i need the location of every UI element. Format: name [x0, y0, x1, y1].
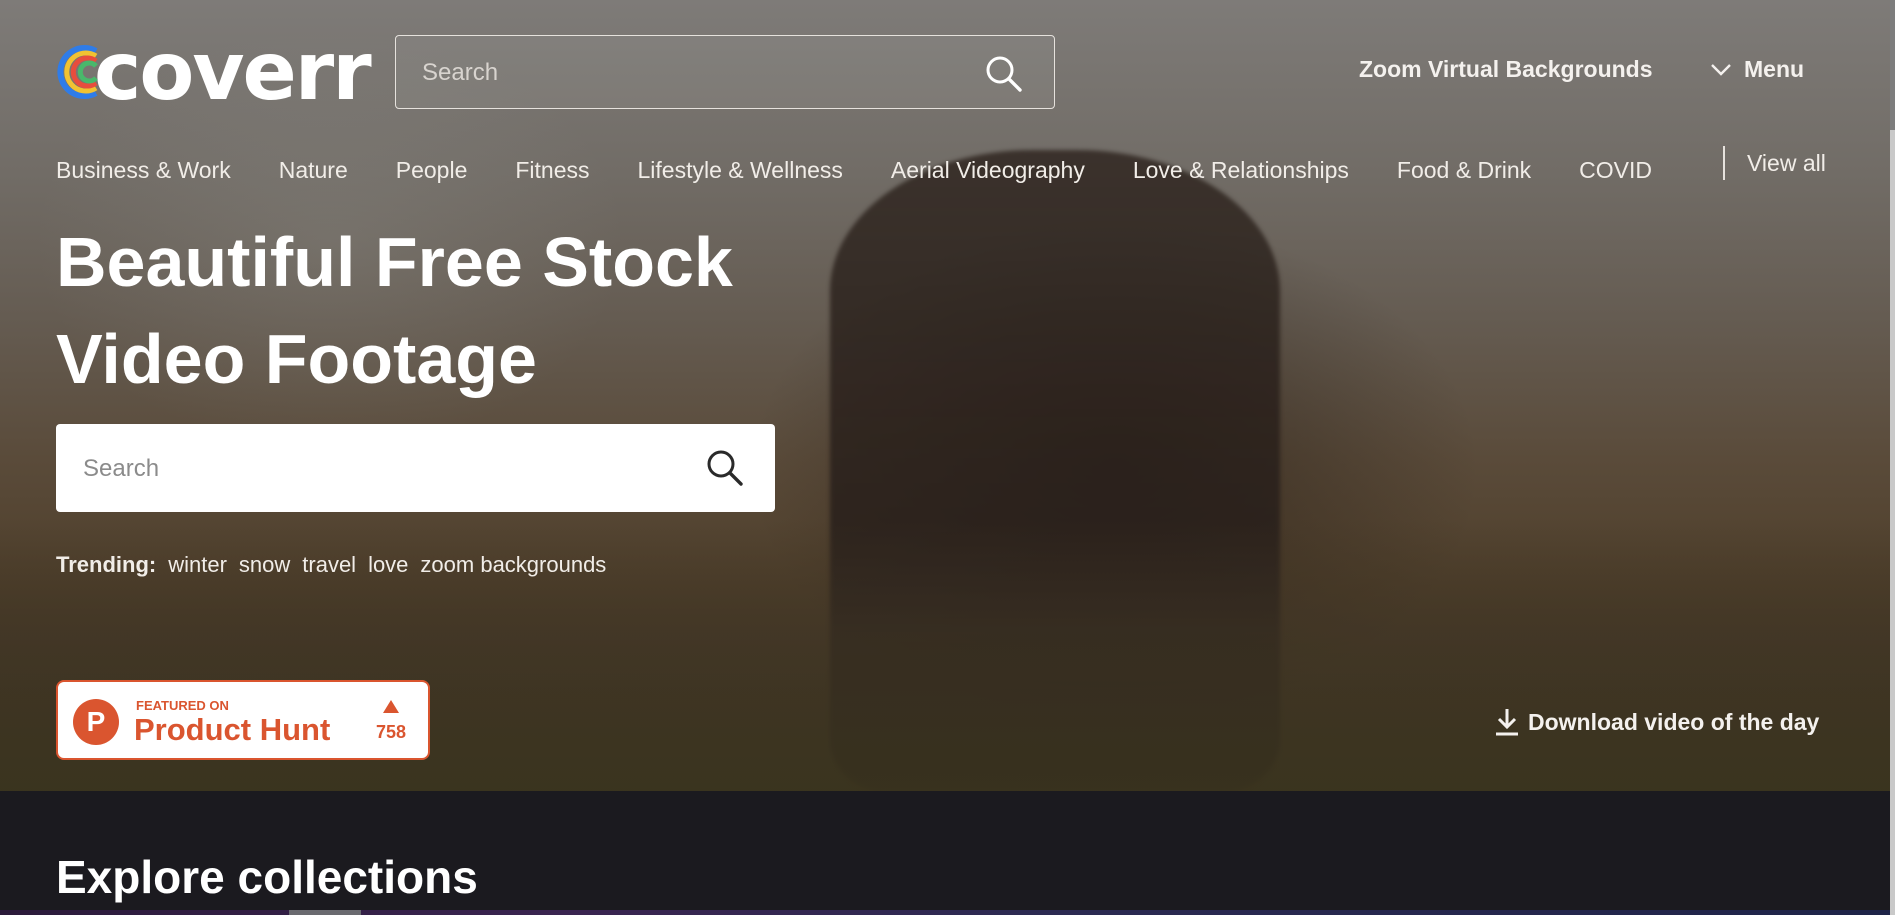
product-hunt-badge[interactable]: P FEATURED ON Product Hunt 758	[56, 680, 430, 760]
coverr-logo[interactable]: coverr	[56, 25, 372, 118]
category-business-work[interactable]: Business & Work	[56, 157, 231, 184]
header-search-button[interactable]	[984, 54, 1024, 94]
hero-search-box	[56, 424, 775, 514]
category-food-drink[interactable]: Food & Drink	[1397, 157, 1531, 184]
product-hunt-name: Product Hunt	[134, 712, 331, 747]
view-all-link[interactable]: View all	[1747, 150, 1826, 177]
category-love-relationships[interactable]: Love & Relationships	[1133, 157, 1349, 184]
trending-tag-love[interactable]: love	[368, 552, 408, 578]
page-scrollbar-thumb[interactable]	[1890, 0, 1895, 130]
category-nav: Business & Work Nature People Fitness Li…	[56, 150, 1696, 190]
logo-text: coverr	[94, 25, 372, 118]
trending-label: Trending:	[56, 552, 157, 577]
download-link-label: Download video of the day	[1528, 708, 1820, 735]
page-scrollbar-track[interactable]	[1890, 0, 1895, 915]
category-people[interactable]: People	[396, 157, 468, 184]
download-video-of-the-day-link[interactable]: Download video of the day	[1494, 707, 1819, 737]
hero-search-button[interactable]	[705, 448, 745, 488]
header-search-box	[395, 35, 1055, 110]
header-search-input[interactable]	[420, 36, 964, 110]
hero-title: Beautiful Free Stock Video Footage	[56, 214, 816, 408]
product-hunt-vote-count: 758	[375, 722, 407, 742]
trending-tag-zoom-backgrounds[interactable]: zoom backgrounds	[420, 552, 606, 578]
hero-title-line-1: Beautiful Free Stock	[56, 223, 733, 301]
menu-label: Menu	[1744, 56, 1805, 82]
rainbow-logo-icon	[56, 41, 98, 103]
collections-preview-thumb[interactable]	[289, 910, 361, 915]
collections-preview-strip	[0, 910, 1890, 915]
trending-tag-winter[interactable]: winter	[168, 552, 227, 578]
upvote-arrow-icon	[383, 700, 399, 713]
category-divider	[1723, 146, 1725, 180]
chevron-down-icon	[1711, 63, 1731, 76]
menu-button[interactable]: Menu	[1710, 56, 1804, 83]
category-fitness[interactable]: Fitness	[515, 157, 589, 184]
search-icon	[707, 450, 743, 486]
download-icon	[1496, 709, 1518, 736]
product-hunt-logo-icon: P	[73, 699, 119, 745]
hero-search-input[interactable]	[81, 424, 685, 514]
category-lifestyle-wellness[interactable]: Lifestyle & Wellness	[638, 157, 843, 184]
search-icon	[986, 56, 1022, 92]
trending-tag-travel[interactable]: travel	[302, 552, 356, 578]
page: coverr Zoom Virtual Backgrounds Menu Bus…	[0, 0, 1895, 915]
product-hunt-featured-text: FEATURED ON	[136, 698, 229, 713]
hero-title-line-2: Video Footage	[56, 320, 537, 398]
explore-collections-heading: Explore collections	[56, 851, 478, 903]
zoom-virtual-backgrounds-link[interactable]: Zoom Virtual Backgrounds	[1359, 56, 1653, 83]
category-aerial-videography[interactable]: Aerial Videography	[891, 157, 1085, 184]
trending-tags: Trending: winter snow travel love zoom b…	[56, 552, 618, 578]
category-covid[interactable]: COVID	[1579, 157, 1652, 184]
category-nature[interactable]: Nature	[279, 157, 348, 184]
trending-tag-snow[interactable]: snow	[239, 552, 290, 578]
